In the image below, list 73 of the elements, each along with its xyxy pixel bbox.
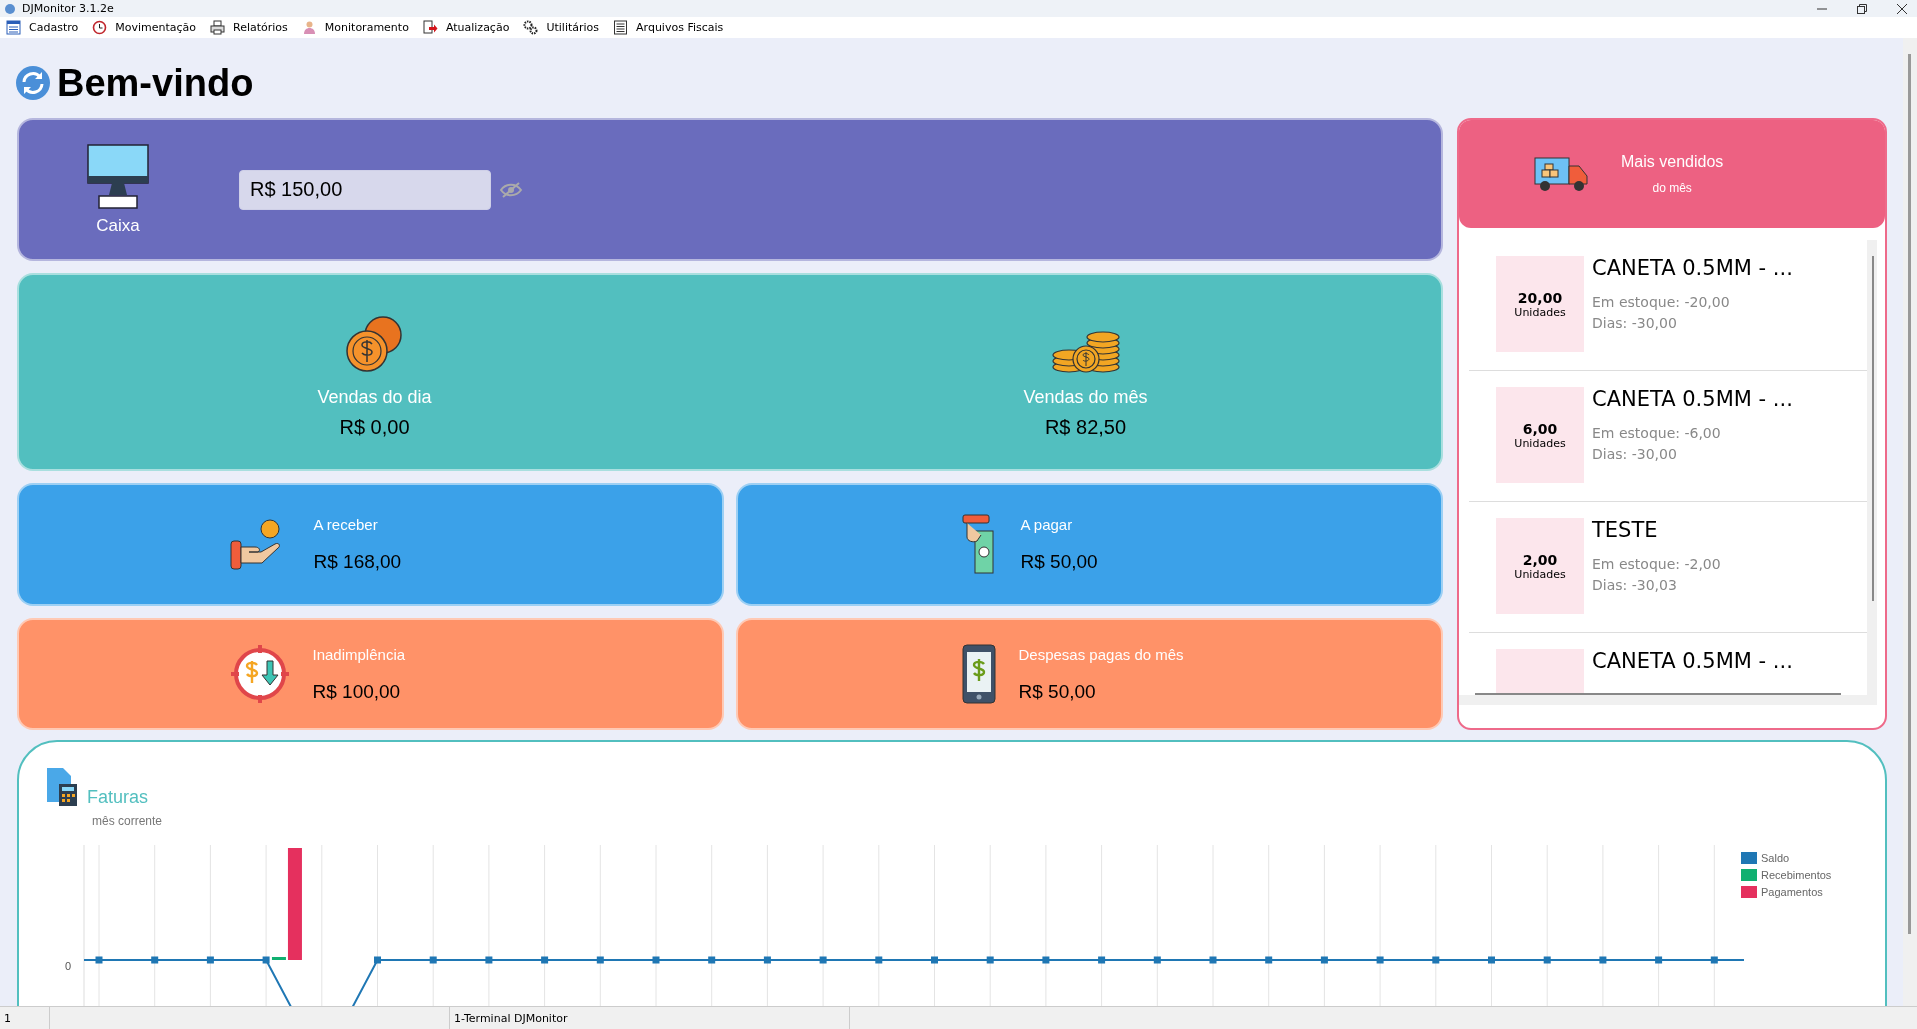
list-icon xyxy=(6,20,21,35)
quantity-value: 2,00 xyxy=(1522,551,1558,568)
panel-subtitle: do mês xyxy=(1652,181,1692,195)
summary-value: R$ 50,00 xyxy=(1020,551,1099,573)
calculator-document-icon xyxy=(45,766,79,808)
document-arrow-icon xyxy=(422,20,438,35)
quantity-unit: Unidades xyxy=(1514,567,1566,581)
summary-label: A pagar xyxy=(1020,516,1074,533)
truck-icon xyxy=(1533,154,1591,194)
document-icon xyxy=(613,20,629,35)
panel-subtitle: mês corrente xyxy=(92,814,164,828)
axis-tick-label: 0 xyxy=(65,960,72,972)
sales-label: Vendas do mês xyxy=(1023,387,1148,408)
page-title: Bem-vindo xyxy=(57,61,254,105)
balance-field[interactable]: R$ 150,00 xyxy=(239,169,491,210)
product-row[interactable]: 2,00 Unidades TESTE Em estoque: -2,00 Dias: -30,03 xyxy=(1469,502,1867,633)
close-icon[interactable] xyxy=(1897,3,1907,14)
scrollbar[interactable] xyxy=(1872,256,1874,601)
stock-text: Em estoque: -2,00 xyxy=(1592,555,1721,574)
menu-item[interactable]: Utilitários xyxy=(523,20,600,35)
app-logo-icon xyxy=(4,2,16,15)
legend-label: Recebimentos xyxy=(1761,869,1832,881)
product-name: CANETA 0.5MM - ... xyxy=(1592,649,1793,673)
product-name: CANETA 0.5MM - ... xyxy=(1592,256,1793,280)
days-text: Dias: -30,00 xyxy=(1592,314,1678,333)
product-row[interactable]: 20,00 Unidades CANETA 0.5MM - ... Em estoque: -20,00 Dias: -30,00 xyxy=(1469,240,1867,371)
product-name: CANETA 0.5MM - ... xyxy=(1592,387,1793,411)
hide-eye-icon[interactable] xyxy=(499,180,523,199)
menu-item[interactable]: Movimentação xyxy=(92,20,197,35)
monitor-icon xyxy=(87,143,149,210)
sales-value: R$ 82,50 xyxy=(1044,416,1127,439)
menu-item[interactable]: Relatórios xyxy=(210,20,288,35)
menu-item[interactable]: Cadastro xyxy=(6,20,79,35)
window-title: DJMonitor 3.1.2e xyxy=(22,2,114,15)
stock-text: Em estoque: -20,00 xyxy=(1592,293,1731,312)
panel-title: Mais vendidos xyxy=(1621,153,1724,171)
quantity-unit: Unidades xyxy=(1514,436,1566,450)
menu-item[interactable]: Atualização xyxy=(422,20,510,35)
menu-item[interactable]: Arquivos Fiscais xyxy=(613,20,724,35)
legend-label: Saldo xyxy=(1761,852,1790,864)
stock-text: Em estoque: -6,00 xyxy=(1592,424,1722,443)
product-name: TESTE xyxy=(1592,518,1659,542)
cash-label: Caixa xyxy=(96,215,140,236)
menu-item[interactable]: Monitoramento xyxy=(301,20,409,35)
summary-label: Inadimplência xyxy=(312,645,407,663)
quantity-value: 20,00 xyxy=(1517,289,1563,306)
summary-value: R$ 50,00 xyxy=(1018,680,1097,703)
sales-value: R$ 0,00 xyxy=(339,416,410,439)
phone-dollar-icon xyxy=(960,643,997,705)
receipts-bar xyxy=(271,957,286,960)
status-text: 1 xyxy=(0,1007,50,1029)
panel-title: Faturas xyxy=(87,787,149,808)
quantity-value: 6,00 xyxy=(1522,420,1558,437)
person-icon xyxy=(301,20,317,35)
summary-label: A receber xyxy=(313,516,379,533)
legend-label: Pagamentos xyxy=(1761,886,1823,898)
printer-icon xyxy=(210,20,226,35)
page-scrollbar[interactable] xyxy=(1903,38,1917,1007)
product-row[interactable]: 6,00 Unidades CANETA 0.5MM - ... Em estoque: -6,00 Dias: -30,00 xyxy=(1469,371,1867,502)
days-text: Dias: -30,00 xyxy=(1592,445,1678,464)
summary-value: R$ 168,00 xyxy=(313,551,403,573)
status-text: 1-Terminal DJMonitor xyxy=(450,1007,850,1029)
quantity-unit: Unidades xyxy=(1514,305,1566,319)
clock-icon xyxy=(92,20,108,35)
gears-icon xyxy=(523,20,539,35)
summary-value: R$ 100,00 xyxy=(312,680,402,703)
refresh-icon[interactable] xyxy=(15,65,51,101)
days-text: Dias: -30,03 xyxy=(1592,576,1678,595)
summary-label: Despesas pagas do mês xyxy=(1018,645,1185,663)
sales-label: Vendas do dia xyxy=(317,387,432,408)
scrollbar[interactable] xyxy=(1475,693,1841,695)
restore-icon[interactable] xyxy=(1857,3,1867,14)
dollar-down-arrow-icon xyxy=(228,643,291,705)
